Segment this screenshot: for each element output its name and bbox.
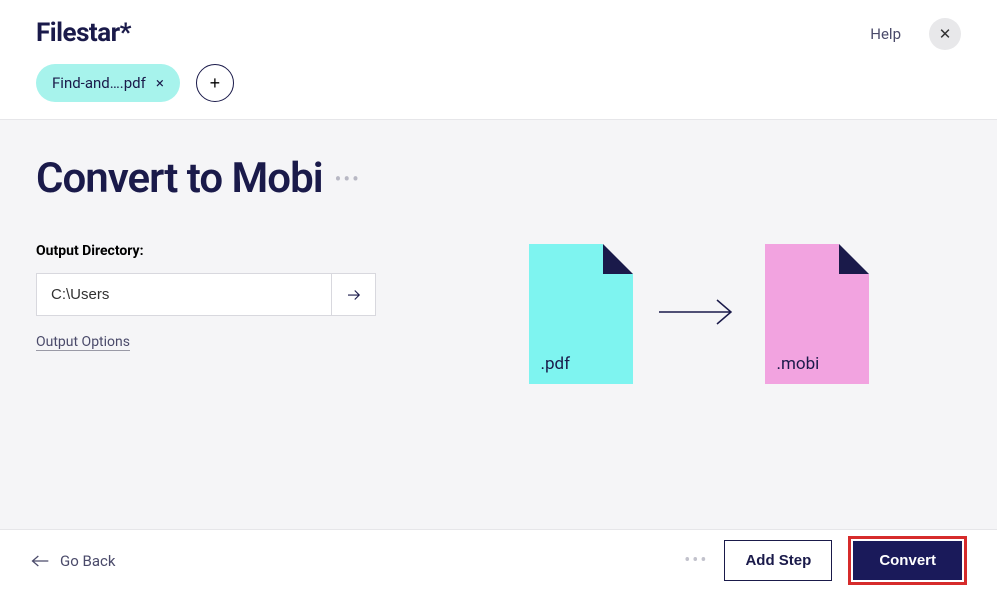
plus-icon: + bbox=[210, 73, 221, 94]
source-file-icon: .pdf bbox=[529, 244, 633, 384]
go-back-label: Go Back bbox=[60, 552, 115, 570]
close-button[interactable]: ✕ bbox=[929, 18, 961, 50]
convert-button[interactable]: Convert bbox=[853, 541, 962, 580]
output-dir-input[interactable] bbox=[37, 274, 331, 315]
more-menu-icon[interactable]: ••• bbox=[684, 550, 708, 571]
arrow-left-icon bbox=[30, 554, 50, 568]
conversion-graphic: .pdf .mobi bbox=[529, 244, 869, 384]
target-file-icon: .mobi bbox=[765, 244, 869, 384]
add-step-button[interactable]: Add Step bbox=[724, 540, 832, 581]
page-title: Convert to Mobi bbox=[36, 154, 323, 203]
convert-highlight: Convert bbox=[848, 536, 967, 585]
output-options-link[interactable]: Output Options bbox=[36, 334, 130, 351]
app-logo: Filestar* bbox=[36, 18, 234, 48]
remove-file-icon[interactable]: × bbox=[156, 74, 164, 92]
main-content: Convert to Mobi ••• Output Directory: Ou… bbox=[0, 120, 997, 529]
source-ext-label: .pdf bbox=[541, 354, 571, 374]
file-chip-name: Find-and….pdf bbox=[52, 74, 146, 92]
add-file-button[interactable]: + bbox=[196, 64, 234, 102]
browse-directory-button[interactable] bbox=[331, 274, 375, 315]
target-ext-label: .mobi bbox=[777, 354, 820, 374]
page-fold-icon bbox=[839, 244, 869, 274]
go-back-button[interactable]: Go Back bbox=[30, 552, 115, 570]
page-fold-icon bbox=[603, 244, 633, 274]
output-dir-field bbox=[36, 273, 376, 316]
file-chip[interactable]: Find-and….pdf × bbox=[36, 64, 180, 102]
bottom-bar: Go Back ••• Add Step Convert bbox=[0, 529, 997, 591]
close-icon: ✕ bbox=[939, 25, 952, 43]
arrow-right-icon bbox=[345, 286, 363, 304]
arrow-icon bbox=[657, 292, 741, 336]
help-link[interactable]: Help bbox=[870, 25, 901, 43]
top-bar: Filestar* Find-and….pdf × + Help ✕ bbox=[0, 0, 997, 120]
title-menu-icon[interactable]: ••• bbox=[335, 167, 361, 191]
output-dir-label: Output Directory: bbox=[36, 243, 376, 259]
